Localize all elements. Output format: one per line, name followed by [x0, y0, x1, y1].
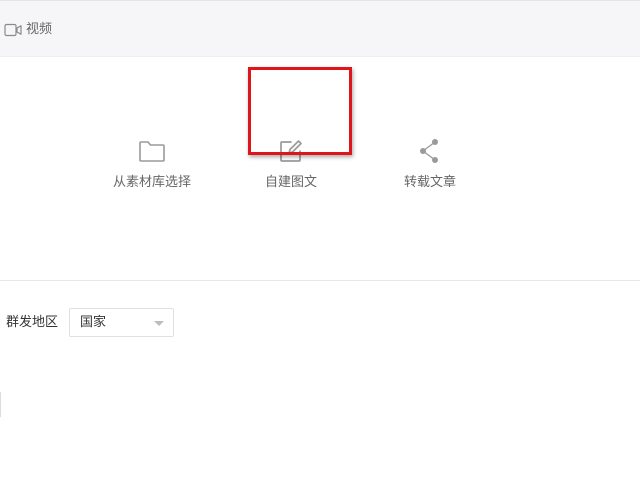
edit-icon — [277, 137, 305, 165]
tab-video[interactable]: 视频 — [4, 21, 52, 39]
broadcast-region-row: 群发地区 国家 — [0, 308, 640, 338]
text-cursor-bar — [0, 392, 1, 417]
folder-icon — [138, 137, 166, 165]
video-camera-icon — [4, 23, 24, 37]
broadcast-region-label: 群发地区 — [6, 315, 59, 330]
create-article-label: 自建图文 — [264, 175, 317, 190]
create-options: 从素材库选择 自建图文 转载文章 — [0, 57, 640, 280]
select-from-library-label: 从素材库选择 — [112, 175, 191, 190]
divider — [0, 280, 640, 281]
tab-video-label: 视频 — [26, 22, 53, 37]
select-from-library-button[interactable]: 从素材库选择 — [92, 137, 212, 197]
page: 视频 从素材库选择 自建图文 转载文章 群发地区 国家 — [0, 0, 640, 480]
region-select-value: 国家 — [80, 315, 107, 330]
tab-strip: 视频 — [0, 0, 640, 57]
region-select[interactable]: 国家 — [69, 308, 174, 337]
create-article-button[interactable]: 自建图文 — [231, 137, 351, 197]
repost-article-button[interactable]: 转载文章 — [370, 137, 490, 197]
repost-article-label: 转载文章 — [403, 175, 456, 190]
chevron-down-icon — [154, 321, 164, 326]
share-icon — [416, 137, 444, 165]
